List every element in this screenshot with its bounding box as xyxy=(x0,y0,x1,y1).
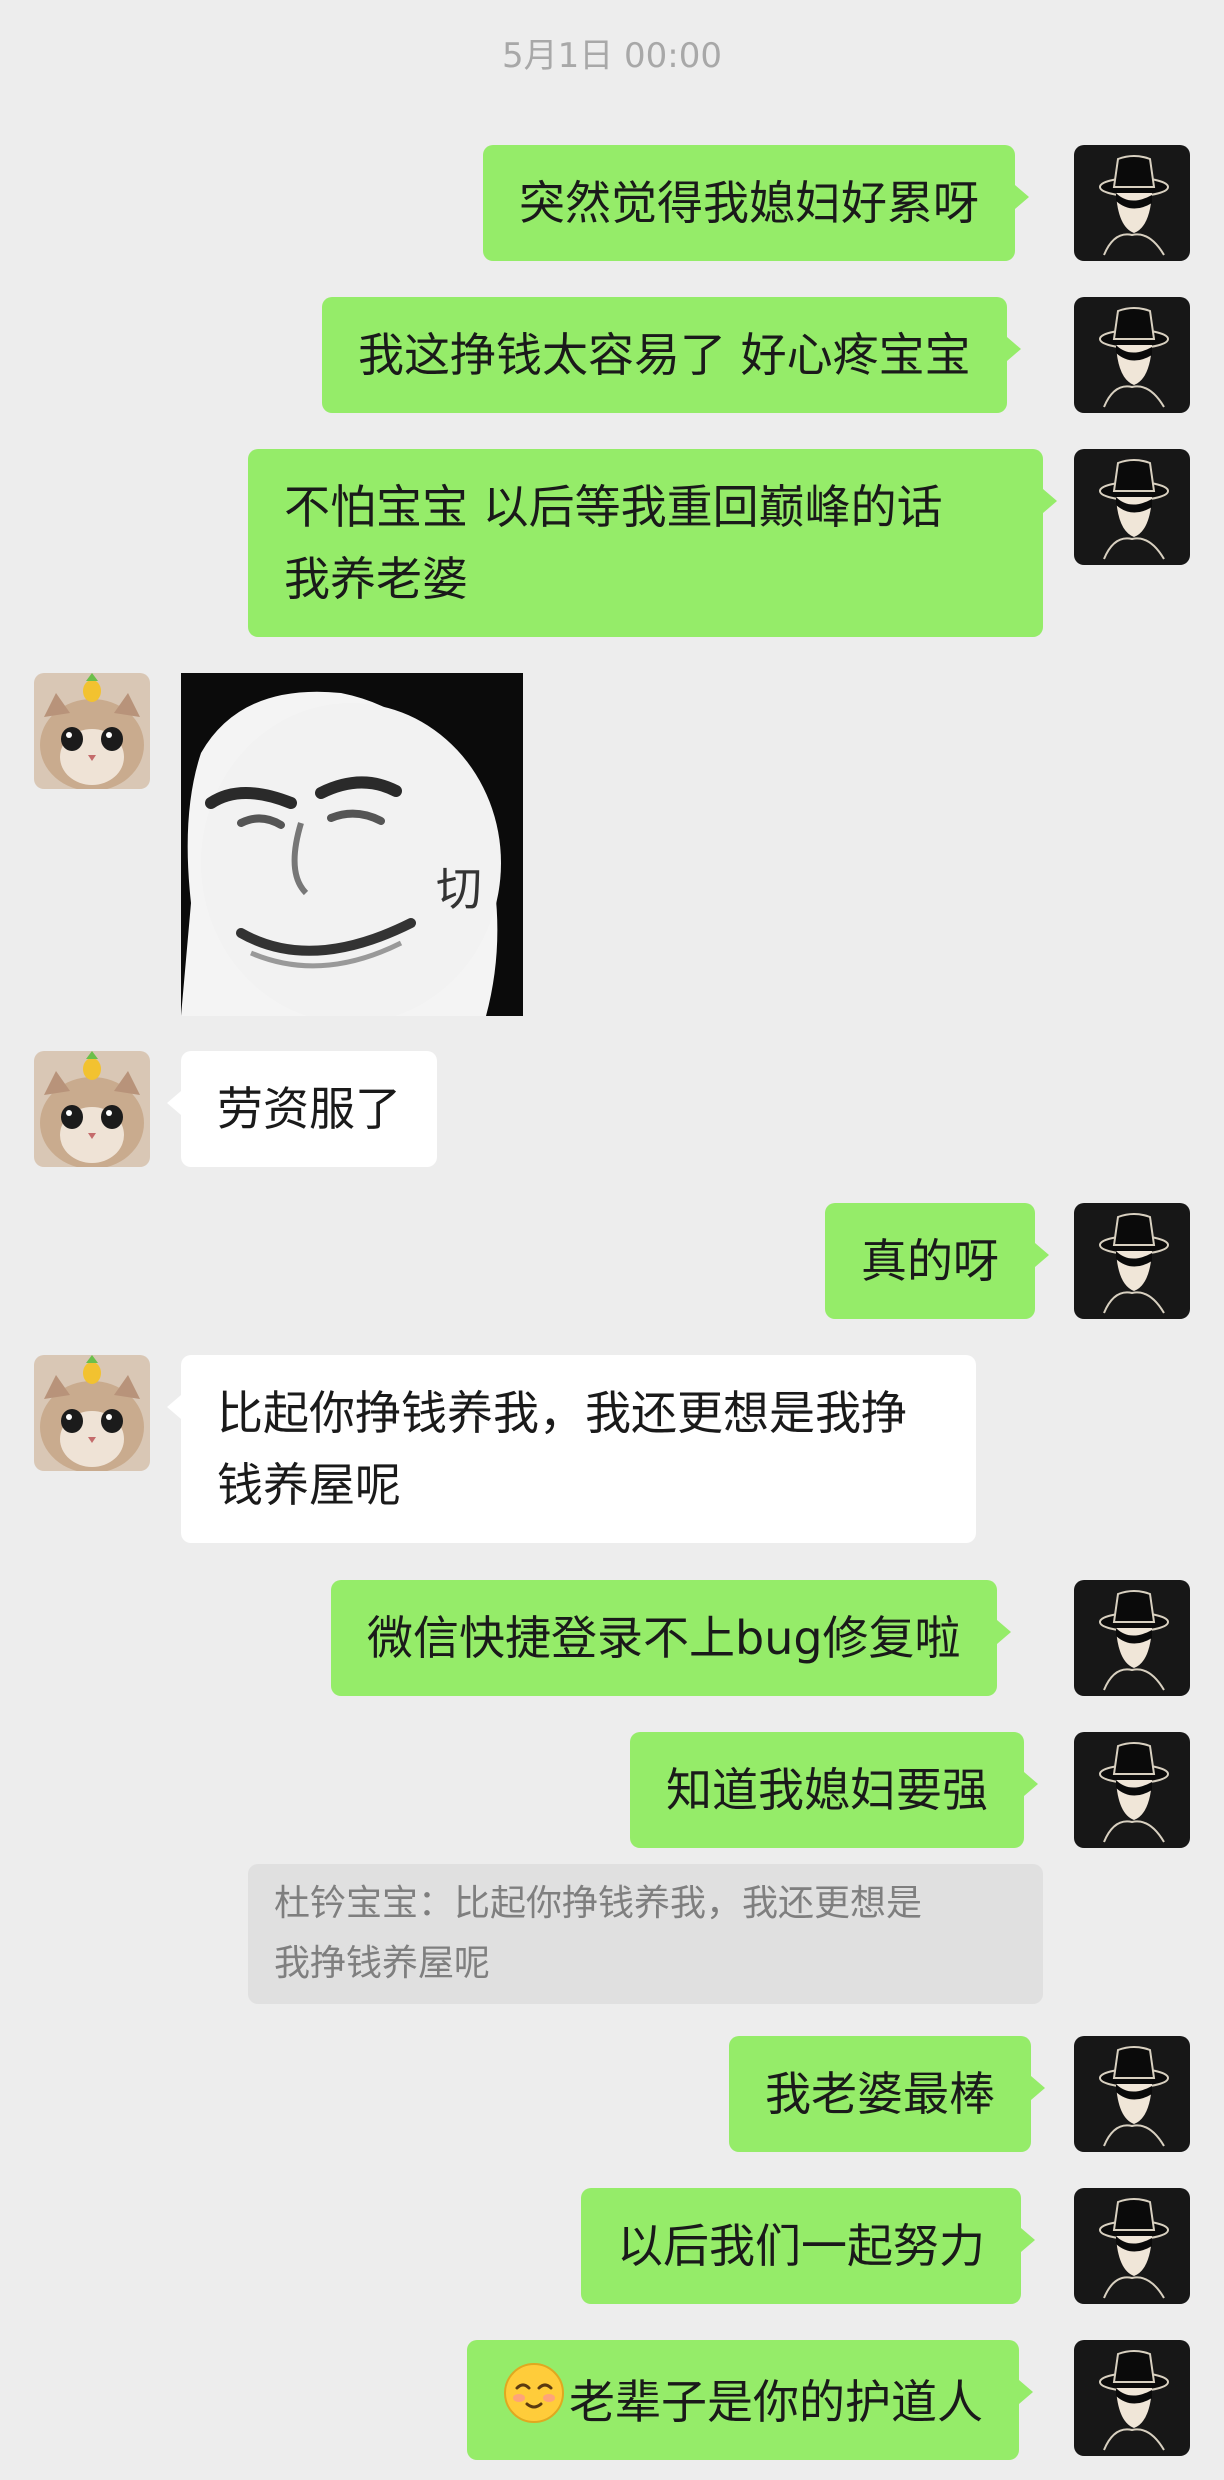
self-avatar[interactable] xyxy=(1074,2036,1190,2152)
message-bubble-outgoing[interactable]: 我这挣钱太容易了 好心疼宝宝 xyxy=(322,297,1021,413)
self-avatar[interactable] xyxy=(1074,1203,1190,1319)
message-bubble-outgoing[interactable]: 突然觉得我媳妇好累呀 xyxy=(483,145,1029,261)
self-avatar[interactable] xyxy=(1074,1580,1190,1696)
self-avatar[interactable] xyxy=(1074,2340,1190,2456)
message-bubble-outgoing[interactable]: 微信快捷登录不上bug修复啦 xyxy=(331,1580,1011,1696)
cat-with-pineapple-avatar-icon xyxy=(34,1355,150,1471)
message-text: 我这挣钱太容易了 好心疼宝宝 xyxy=(358,328,971,382)
chat-timestamp: 5月1日 00:00 xyxy=(501,36,723,76)
sticker-caption: 切 xyxy=(436,862,482,916)
message-bubble-outgoing[interactable]: 以后我们一起努力 xyxy=(581,2188,1035,2304)
smiling-face-emoji-icon xyxy=(504,2363,564,2423)
message-text: 我老婆最棒 xyxy=(765,2067,995,2121)
top-hat-man-avatar-icon xyxy=(1074,1203,1190,1319)
top-hat-man-avatar-icon xyxy=(1074,1732,1190,1848)
message-bubble-incoming[interactable]: 比起你挣钱养我，我还更想是我挣 钱养屋呢 xyxy=(167,1355,976,1543)
message-text-line: 不怕宝宝 以后等我重回巅峰的话 xyxy=(284,480,943,534)
top-hat-man-avatar-icon xyxy=(1074,145,1190,261)
message-text: 知道我媳妇要强 xyxy=(666,1763,988,1817)
message-text-line: 比起你挣钱养我，我还更想是我挣 xyxy=(217,1386,907,1440)
message-text: 突然觉得我媳妇好累呀 xyxy=(519,176,979,230)
sticker-image[interactable]: 切 xyxy=(181,673,523,1016)
self-avatar[interactable] xyxy=(1074,2188,1190,2304)
cat-with-pineapple-avatar-icon xyxy=(34,1051,150,1167)
top-hat-man-avatar-icon xyxy=(1074,449,1190,565)
contact-avatar[interactable] xyxy=(34,1355,150,1471)
top-hat-man-avatar-icon xyxy=(1074,2036,1190,2152)
top-hat-man-avatar-icon xyxy=(1074,2340,1190,2456)
top-hat-man-avatar-icon xyxy=(1074,1580,1190,1696)
contact-avatar[interactable] xyxy=(34,1051,150,1167)
message-text: 微信快捷登录不上bug修复啦 xyxy=(367,1611,961,1665)
self-avatar[interactable] xyxy=(1074,449,1190,565)
message-bubble-outgoing[interactable]: 知道我媳妇要强 xyxy=(630,1732,1038,1848)
message-text: 老辈子是你的护道人 xyxy=(569,2375,983,2429)
quoted-message[interactable]: 杜钤宝宝：比起你挣钱养我，我还更想是 我挣钱养屋呢 xyxy=(248,1864,1043,2004)
message-bubble-outgoing[interactable]: 老辈子是你的护道人 xyxy=(467,2340,1033,2460)
top-hat-man-avatar-icon xyxy=(1074,297,1190,413)
message-bubble-outgoing[interactable]: 不怕宝宝 以后等我重回巅峰的话 我养老婆 xyxy=(248,449,1057,637)
message-text: 真的呀 xyxy=(861,1234,999,1288)
message-bubble-outgoing[interactable]: 我老婆最棒 xyxy=(729,2036,1045,2152)
message-text: 以后我们一起努力 xyxy=(617,2219,985,2273)
message-text: 劳资服了 xyxy=(217,1082,401,1136)
top-hat-man-avatar-icon xyxy=(1074,2188,1190,2304)
message-text-line: 钱养屋呢 xyxy=(217,1458,401,1512)
message-bubble-outgoing[interactable]: 真的呀 xyxy=(825,1203,1049,1319)
cat-with-pineapple-avatar-icon xyxy=(34,673,150,789)
self-avatar[interactable] xyxy=(1074,1732,1190,1848)
message-bubble-incoming[interactable]: 劳资服了 xyxy=(167,1051,437,1167)
self-avatar[interactable] xyxy=(1074,145,1190,261)
quote-text-line: 我挣钱养屋呢 xyxy=(274,1943,491,1984)
meme-face-sticker-icon: 切 xyxy=(181,673,523,1016)
quote-text-line: 杜钤宝宝：比起你挣钱养我，我还更想是 xyxy=(274,1883,923,1924)
contact-avatar[interactable] xyxy=(34,673,150,789)
message-text-line: 我养老婆 xyxy=(284,552,468,606)
self-avatar[interactable] xyxy=(1074,297,1190,413)
